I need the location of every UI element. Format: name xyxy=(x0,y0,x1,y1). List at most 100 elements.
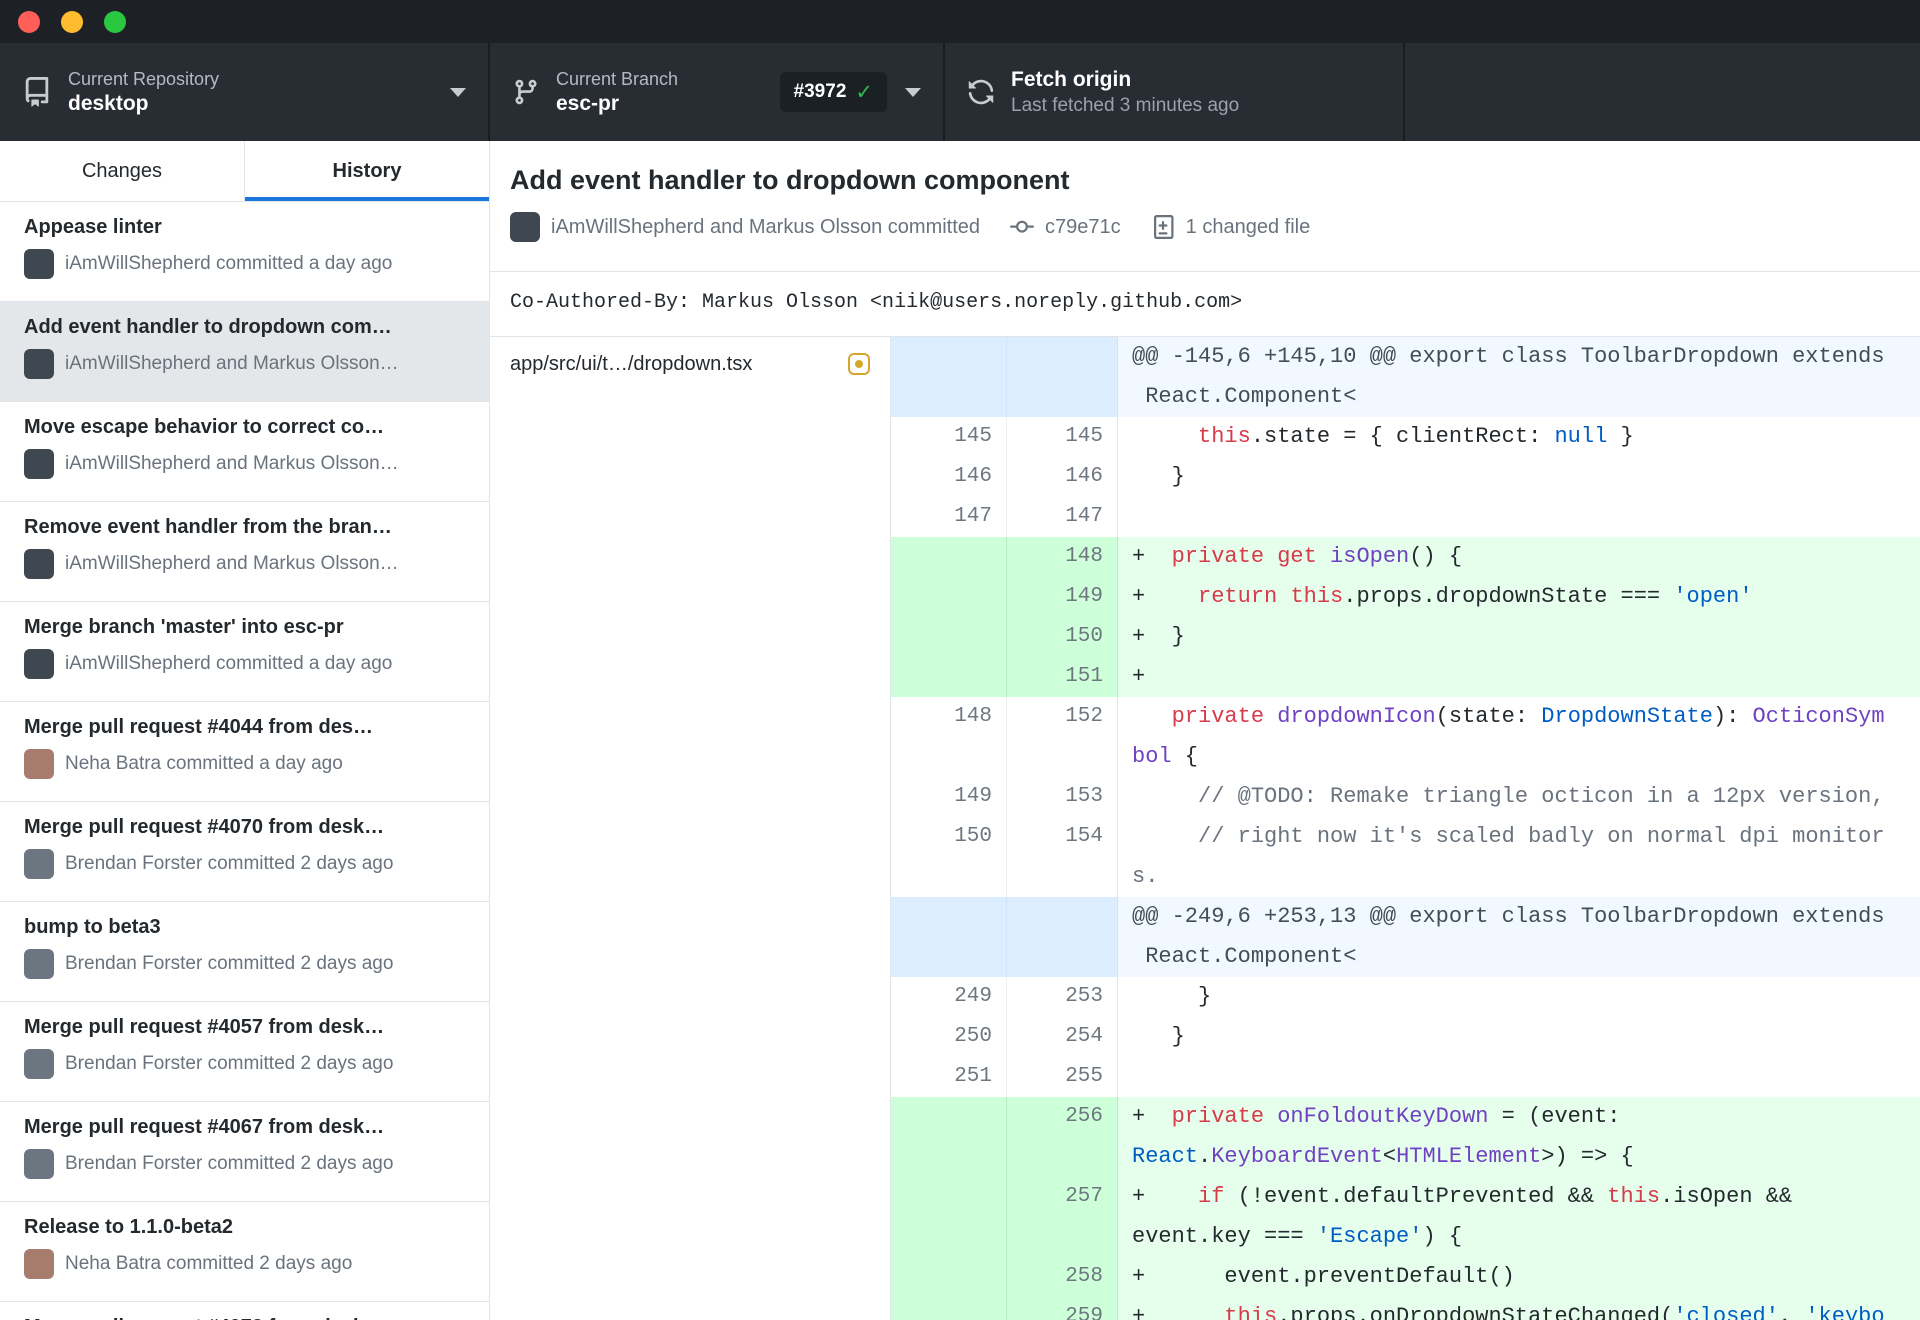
commit-byline: iAmWillShepherd and Markus Olsson commit… xyxy=(551,215,981,238)
history-commit-item[interactable]: Merge pull request #4044 from des… Neha … xyxy=(0,702,489,802)
sidebar: Changes History Appease linter iAmWillSh… xyxy=(0,141,490,1320)
history-commit-item[interactable]: Appease linter iAmWillShepherd committed… xyxy=(0,202,489,302)
avatar xyxy=(24,1149,54,1179)
diff-code: // @TODO: Remake triangle octicon in a 1… xyxy=(1198,784,1885,809)
diff-code xyxy=(1118,497,1920,537)
commit-item-byline: Neha Batra committed a day ago xyxy=(24,749,465,779)
file-diff-icon xyxy=(1151,215,1175,239)
commit-title: Add event handler to dropdown component xyxy=(510,165,1070,195)
old-line-number xyxy=(891,897,1007,977)
zoom-button[interactable] xyxy=(104,10,126,33)
fetch-origin-button[interactable]: Fetch origin Last fetched 3 minutes ago xyxy=(945,43,1405,141)
toolbar: Current Repository desktop Current Branc… xyxy=(0,43,1920,141)
commit-item-byline-text: iAmWillShepherd and Markus Olsson… xyxy=(65,453,399,474)
file-modified-icon xyxy=(848,353,870,375)
diff-code: this.state = { clientRect: null } xyxy=(1198,424,1634,449)
commit-item-byline-text: Neha Batra committed 2 days ago xyxy=(65,1253,353,1274)
commit-item-byline-text: iAmWillShepherd committed a day ago xyxy=(65,253,393,274)
old-line-number xyxy=(891,337,1007,417)
avatar xyxy=(24,849,54,879)
history-commit-item[interactable]: Move escape behavior to correct co… iAmW… xyxy=(0,402,489,502)
pr-number: #3972 xyxy=(793,81,847,102)
history-commit-item[interactable]: bump to beta3 Brendan Forster committed … xyxy=(0,902,489,1002)
diff-row-add: 258 + event.preventDefault() xyxy=(891,1257,1920,1297)
old-line-number xyxy=(891,1097,1007,1177)
new-line-number: 259 xyxy=(1007,1297,1118,1320)
close-button[interactable] xyxy=(18,10,40,33)
new-line-number: 145 xyxy=(1007,417,1118,457)
history-commit-item[interactable]: Remove event handler from the bran… iAmW… xyxy=(0,502,489,602)
commit-item-byline-text: Brendan Forster committed 2 days ago xyxy=(65,1153,394,1174)
diff-code: private dropdownIcon(state: DropdownStat… xyxy=(1132,704,1885,769)
commit-item-byline-text: Brendan Forster committed 2 days ago xyxy=(65,953,394,974)
old-line-number: 146 xyxy=(891,457,1007,497)
commit-item-byline: iAmWillShepherd and Markus Olsson… xyxy=(24,449,465,479)
commit-item-byline-text: iAmWillShepherd and Markus Olsson… xyxy=(65,553,399,574)
commit-item-byline: iAmWillShepherd committed a day ago xyxy=(24,649,465,679)
commit-item-byline-text: Brendan Forster committed 2 days ago xyxy=(65,1053,394,1074)
new-line-number: 147 xyxy=(1007,497,1118,537)
new-line-number: 150 xyxy=(1007,617,1118,657)
diff-code: + if (!event.defaultPrevented && this.is… xyxy=(1118,1177,1920,1257)
new-line-number: 149 xyxy=(1007,577,1118,617)
current-branch-button[interactable]: Current Branch esc-pr #3972 ✓ xyxy=(490,43,945,141)
new-line-number: 152 xyxy=(1007,697,1118,777)
diff-code: + private onFoldoutKeyDown = (event: Reac… xyxy=(1118,1097,1920,1177)
history-commit-item[interactable]: Merge branch 'master' into esc-pr iAmWil… xyxy=(0,602,489,702)
commit-header: Add event handler to dropdown component … xyxy=(490,141,1920,272)
commit-item-title: Merge pull request #4044 from des… xyxy=(24,716,374,738)
old-line-number: 250 xyxy=(891,1017,1007,1057)
diff-code: + return this.props.dropdownState === 'o… xyxy=(1118,577,1920,617)
history-commit-item[interactable]: Merge pull request #4057 from desk… Bren… xyxy=(0,1002,489,1102)
old-line-number: 148 xyxy=(891,697,1007,777)
avatar xyxy=(24,1049,54,1079)
history-commit-item[interactable]: Add event handler to dropdown com… iAmWi… xyxy=(0,302,489,402)
new-line-number: 258 xyxy=(1007,1257,1118,1297)
history-commit-item[interactable]: Merge pull request #4067 from desk… Bren… xyxy=(0,1102,489,1202)
diff-code xyxy=(1118,1057,1920,1097)
diff-code: } xyxy=(1132,1024,1185,1049)
sync-icon xyxy=(967,78,995,106)
avatar xyxy=(24,549,54,579)
tab-history[interactable]: History xyxy=(245,141,489,201)
changed-file-row[interactable]: app/src/ui/t…/dropdown.tsx xyxy=(490,337,890,391)
commit-item-title: Merge pull request #4072 from desk… xyxy=(24,1316,465,1320)
avatar xyxy=(24,449,54,479)
history-commit-item[interactable]: Merge pull request #4072 from desk… xyxy=(0,1302,489,1320)
new-line-number: 255 xyxy=(1007,1057,1118,1097)
branch-label: Current Branch xyxy=(556,68,679,89)
diff-row-ctx: 147 147 xyxy=(891,497,1920,537)
old-line-number xyxy=(891,657,1007,697)
git-commit-icon xyxy=(1010,215,1035,239)
fetch-title: Fetch origin xyxy=(1011,67,1132,91)
avatar xyxy=(24,749,54,779)
diff-row-add: 151 + xyxy=(891,657,1920,697)
new-line-number: 148 xyxy=(1007,537,1118,577)
check-icon: ✓ xyxy=(855,80,873,104)
tab-changes[interactable]: Changes xyxy=(0,141,245,201)
git-branch-icon xyxy=(512,78,540,106)
old-line-number xyxy=(891,617,1007,657)
commit-item-byline-text: Neha Batra committed a day ago xyxy=(65,753,343,774)
new-line-number: 146 xyxy=(1007,457,1118,497)
branch-name: esc-pr xyxy=(556,91,620,115)
commit-item-byline: Brendan Forster committed 2 days ago xyxy=(24,849,465,879)
diff-row-ctx: 145 145 this.state = { clientRect: null } xyxy=(891,417,1920,457)
current-repository-button[interactable]: Current Repository desktop xyxy=(0,43,490,141)
minimize-button[interactable] xyxy=(61,10,83,33)
changed-files-panel: app/src/ui/t…/dropdown.tsx xyxy=(490,337,891,1320)
diff-row-ctx: 148 152 private dropdownIcon(state: Dropd… xyxy=(891,697,1920,777)
commit-detail-pane: Add event handler to dropdown component … xyxy=(490,141,1920,1320)
diff-code: // right now it's scaled badly on normal… xyxy=(1132,824,1885,889)
history-commit-item[interactable]: Merge pull request #4070 from desk… Bren… xyxy=(0,802,489,902)
commit-item-title: Merge pull request #4067 from desk… xyxy=(24,1116,385,1138)
diff-row-add: 149 + return this.props.dropdownState ===… xyxy=(891,577,1920,617)
new-line-number xyxy=(1007,337,1118,417)
commit-item-byline: Brendan Forster committed 2 days ago xyxy=(24,949,465,979)
history-commit-item[interactable]: Release to 1.1.0-beta2 Neha Batra commit… xyxy=(0,1202,489,1302)
new-line-number: 257 xyxy=(1007,1177,1118,1257)
diff-code: + private get isOpen() { xyxy=(1118,537,1920,577)
new-line-number: 253 xyxy=(1007,977,1118,1017)
old-line-number: 147 xyxy=(891,497,1007,537)
commit-item-title: Appease linter xyxy=(24,216,162,238)
